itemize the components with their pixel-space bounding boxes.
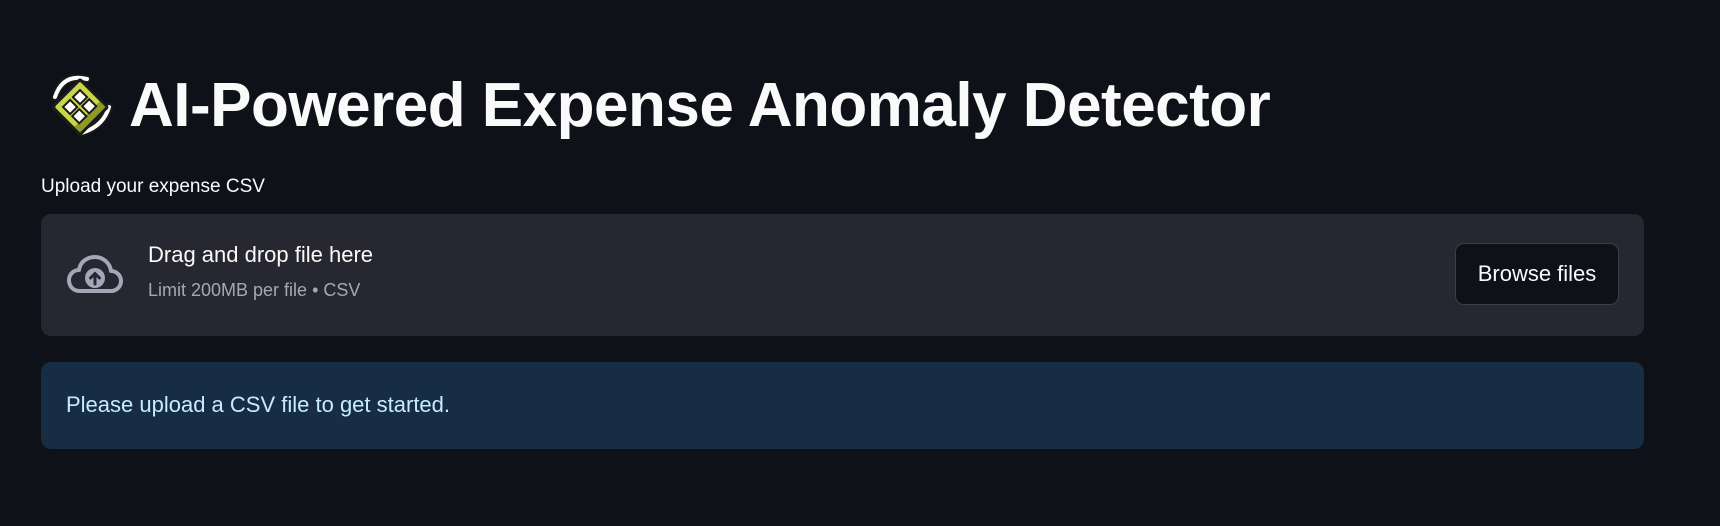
satellite-icon	[51, 73, 113, 137]
dropzone-title: Drag and drop file here	[148, 242, 374, 267]
info-message: Please upload a CSV file to get started.	[66, 392, 451, 417]
dropzone-instructions: Drag and drop file here Limit 200MB per …	[148, 244, 373, 301]
dropzone-limit-text: Limit 200MB per file • CSV	[148, 280, 361, 300]
info-alert: Please upload a CSV file to get started.	[41, 362, 1644, 449]
file-dropzone[interactable]: Drag and drop file here Limit 200MB per …	[41, 214, 1644, 336]
page-header: AI-Powered Expense Anomaly Detector	[41, 66, 1271, 146]
file-uploader-label: Upload your expense CSV	[41, 176, 265, 197]
browse-files-button[interactable]: Browse files	[1455, 243, 1619, 305]
app-root: AI-Powered Expense Anomaly Detector Uplo…	[0, 0, 1720, 526]
page-title: AI-Powered Expense Anomaly Detector	[129, 71, 1271, 140]
cloud-upload-icon	[67, 255, 123, 293]
